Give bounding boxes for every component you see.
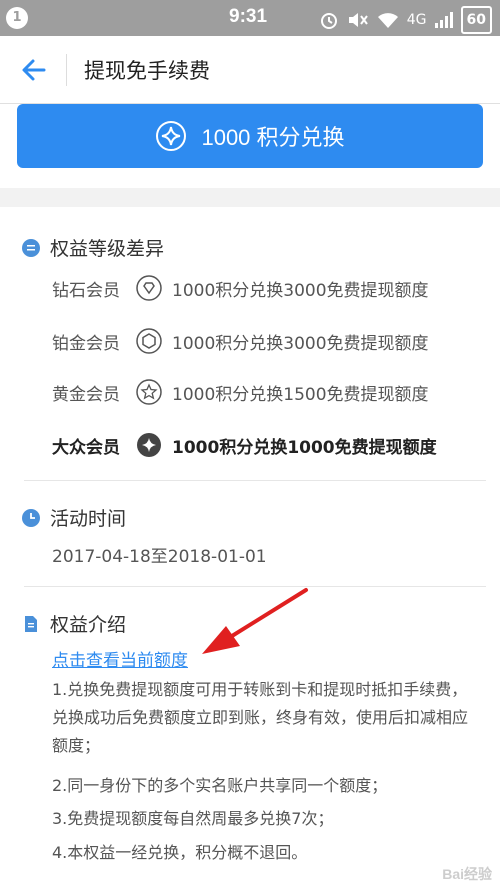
intro-section-header: 权益介绍 <box>22 610 126 637</box>
page-title: 提现免手续费 <box>84 59 210 83</box>
signal-text: 4G <box>406 12 427 28</box>
back-arrow-icon[interactable] <box>18 54 50 86</box>
tier-row-public: 大众会员 1000积分兑换1000免费提现额度 <box>52 428 437 462</box>
tier-desc: 1000积分兑换3000免费提现额度 <box>172 333 429 354</box>
tier-name: 大众会员 <box>52 437 120 458</box>
exchange-label: 1000 积分兑换 <box>201 125 345 150</box>
tier-name: 黄金会员 <box>52 384 120 405</box>
battery-indicator: 60 <box>460 6 492 34</box>
time-section-header: 活动时间 <box>22 504 126 531</box>
view-quota-link[interactable]: 点击查看当前额度 <box>52 646 188 671</box>
time-section-title: 活动时间 <box>50 508 127 530</box>
tier-section-header: 权益等级差异 <box>22 234 164 261</box>
points-icon <box>156 121 187 151</box>
intro-section-title: 权益介绍 <box>50 614 127 636</box>
status-icons: 4G 60 <box>319 6 492 34</box>
tier-row-platinum: 铂金会员 1000积分兑换3000免费提现额度 <box>52 324 429 358</box>
sparkle-icon <box>137 433 161 457</box>
clock-icon <box>22 508 40 527</box>
wifi-icon <box>377 13 398 28</box>
app-bar: 提现免手续费 <box>0 36 500 104</box>
watermark: Bai经验 <box>442 866 492 882</box>
tier-section-title: 权益等级差异 <box>50 238 165 260</box>
hexagon-icon <box>136 328 162 354</box>
chat-bubble-icon <box>22 238 40 257</box>
activity-date-range: 2017-04-18至2018-01-01 <box>52 547 267 567</box>
status-bar: 1 9:31 4G 60 <box>0 0 500 36</box>
tier-desc: 1000积分兑换1000免费提现额度 <box>172 437 437 458</box>
tier-row-gold: 黄金会员 1000积分兑换1500免费提现额度 <box>52 375 429 409</box>
rule-item-1: 1.兑换免费提现额度可用于转账到卡和提现时抵扣手续费，兑换成功后免费额度立即到账… <box>52 680 469 755</box>
rule-item-4: 4.本权益一经兑换，积分概不退回。 <box>52 843 308 862</box>
section-divider <box>24 480 486 481</box>
tier-name: 钻石会员 <box>52 280 120 301</box>
exchange-button[interactable]: 1000 积分兑换 <box>17 104 483 168</box>
alarm-icon <box>320 13 337 29</box>
status-time: 9:31 <box>229 6 268 27</box>
mute-icon <box>348 13 368 27</box>
diamond-icon <box>136 275 162 301</box>
tier-row-diamond: 钻石会员 1000积分兑换3000免费提现额度 <box>52 271 429 305</box>
tier-name: 铂金会员 <box>52 333 120 354</box>
rule-item-2: 2.同一身份下的多个实名账户共享同一个额度； <box>52 776 388 795</box>
tier-desc: 1000积分兑换3000免费提现额度 <box>172 280 429 301</box>
section-divider <box>24 586 486 587</box>
document-icon <box>25 615 37 632</box>
rule-item-3: 3.免费提现额度每自然周最多兑换7次； <box>52 809 334 828</box>
signal-icon <box>434 12 453 28</box>
tier-desc: 1000积分兑换1500免费提现额度 <box>172 384 429 405</box>
notification-badge: 1 <box>6 7 28 29</box>
content-card: 权益等级差异 钻石会员 1000积分兑换3000免费提现额度 铂金会员 1000… <box>0 207 500 888</box>
app-bar-divider <box>66 54 67 86</box>
star-icon <box>136 379 162 405</box>
exchange-section: 1000 积分兑换 <box>0 104 500 188</box>
